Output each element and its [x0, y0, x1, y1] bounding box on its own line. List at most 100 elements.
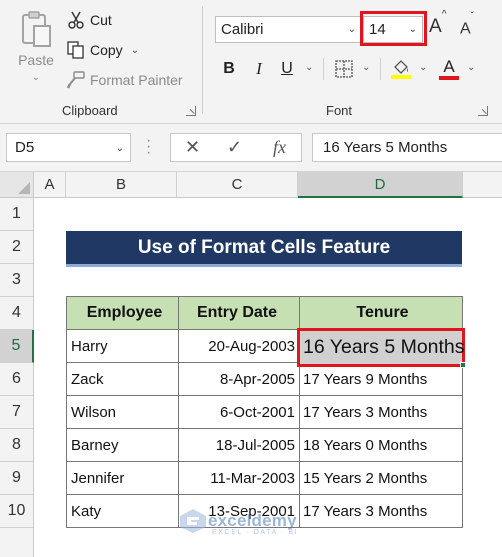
- row-header-9[interactable]: 9: [0, 462, 34, 495]
- name-box-value: D5: [15, 139, 35, 156]
- employee-cell[interactable]: Jennifer: [66, 461, 179, 495]
- employee-cell[interactable]: Harry: [66, 329, 179, 363]
- watermark-logo: exceldemy EXCEL · DATA · BI: [178, 508, 299, 536]
- font-size-highlight: [360, 11, 427, 46]
- paste-dropdown-icon[interactable]: ⌄: [14, 72, 58, 83]
- underline-dropdown-icon[interactable]: ⌄: [305, 62, 313, 73]
- row-header-7[interactable]: 7: [0, 396, 34, 429]
- row-header-8[interactable]: 8: [0, 429, 34, 462]
- name-box[interactable]: D5 ⌄: [6, 133, 131, 162]
- select-all-button[interactable]: [0, 172, 34, 198]
- paste-label: Paste: [18, 52, 54, 68]
- column-header-b[interactable]: B: [66, 172, 177, 198]
- row-header-5[interactable]: 5: [0, 330, 34, 363]
- underline-button[interactable]: U: [277, 57, 297, 81]
- row-header-4[interactable]: 4: [0, 297, 34, 330]
- entry-date-cell[interactable]: 8-Apr-2005: [178, 362, 300, 396]
- font-color-dropdown-icon[interactable]: ⌄: [467, 62, 475, 73]
- entry-date-cell[interactable]: 20-Aug-2003: [178, 329, 300, 363]
- formula-bar-grip-icon[interactable]: · · ·: [146, 133, 151, 161]
- fill-color-button[interactable]: [389, 57, 413, 81]
- clipboard-group-label: Clipboard: [62, 103, 118, 118]
- paste-icon: [22, 11, 51, 47]
- cut-button[interactable]: Cut: [66, 9, 112, 31]
- font-name-select[interactable]: Calibri ⌄: [215, 16, 362, 43]
- cut-label: Cut: [90, 12, 112, 28]
- fill-color-dropdown-icon[interactable]: ⌄: [419, 62, 427, 73]
- copy-label: Copy: [90, 42, 123, 58]
- font-color-letter: A: [443, 56, 455, 76]
- table-row: Zack 8-Apr-2005 17 Years 9 Months: [66, 362, 463, 396]
- tenure-cell[interactable]: 18 Years 0 Months: [299, 428, 463, 462]
- name-box-dropdown-icon[interactable]: ⌄: [116, 143, 124, 154]
- column-header-c[interactable]: C: [177, 172, 298, 198]
- entry-date-cell[interactable]: 11-Mar-2003: [178, 461, 300, 495]
- paintbrush-icon: [66, 71, 85, 89]
- font-color-swatch: [439, 75, 459, 80]
- font-group-label: Font: [326, 103, 353, 118]
- entry-date-cell[interactable]: 6-Oct-2001: [178, 395, 300, 429]
- decrease-font-size-button[interactable]: Aˇ: [460, 11, 474, 38]
- watermark-tagline: EXCEL · DATA · BI: [212, 529, 299, 536]
- fill-handle[interactable]: [460, 362, 466, 368]
- bold-button[interactable]: B: [219, 57, 239, 81]
- font-divider: [380, 58, 381, 80]
- row-header-11[interactable]: [0, 528, 34, 557]
- worksheet-grid: A B C D 1 2 3 4 5 6 7 8 9 10 Use of Form…: [0, 172, 502, 557]
- borders-icon: [335, 60, 353, 78]
- formula-input[interactable]: 16 Years 5 Months: [312, 133, 502, 162]
- selected-cell-value: 16 Years 5 Months: [303, 336, 465, 358]
- tenure-cell[interactable]: 15 Years 2 Months: [299, 461, 463, 495]
- employee-cell[interactable]: Barney: [66, 428, 179, 462]
- increase-font-size-button[interactable]: A^: [429, 9, 446, 38]
- font-group: Calibri ⌄ 14 ⌄ A^ Aˇ B I U ⌄ ⌄ ⌄ A ⌄ Fon…: [205, 0, 502, 124]
- clipboard-launcher-icon[interactable]: [186, 106, 196, 116]
- row-header-3[interactable]: 3: [0, 264, 34, 297]
- sheet-title[interactable]: Use of Format Cells Feature: [66, 231, 462, 264]
- format-painter-button[interactable]: Format Painter: [66, 69, 183, 91]
- font-color-button[interactable]: A: [437, 57, 461, 81]
- table-row: Wilson 6-Oct-2001 17 Years 3 Months: [66, 395, 463, 429]
- enter-checkmark-icon[interactable]: ✓: [227, 137, 242, 158]
- column-header-a[interactable]: A: [34, 172, 66, 198]
- font-launcher-icon[interactable]: [478, 106, 488, 116]
- copy-button[interactable]: Copy ⌄: [66, 39, 139, 61]
- table-header-row: Employee Entry Date Tenure: [66, 296, 463, 330]
- borders-dropdown-icon[interactable]: ⌄: [362, 62, 370, 73]
- paint-bucket-icon: [394, 60, 408, 74]
- ribbon-divider: [202, 6, 203, 114]
- header-cell[interactable]: Tenure: [299, 296, 463, 330]
- tenure-cell[interactable]: 17 Years 3 Months: [299, 395, 463, 429]
- column-header-d[interactable]: D: [298, 172, 463, 198]
- formula-bar: D5 ⌄ · · · ✕ ✓ fx 16 Years 5 Months: [0, 124, 502, 172]
- borders-button[interactable]: [333, 57, 355, 81]
- entry-date-cell[interactable]: 18-Jul-2005: [178, 428, 300, 462]
- table-row: Jennifer 11-Mar-2003 15 Years 2 Months: [66, 461, 463, 495]
- row-header-6[interactable]: 6: [0, 363, 34, 396]
- insert-function-button[interactable]: fx: [273, 137, 286, 158]
- exceldemy-logo-icon: [180, 509, 206, 533]
- header-cell[interactable]: Employee: [66, 296, 179, 330]
- ribbon: Paste ⌄ Cut Copy ⌄ Format Painter Clipbo…: [0, 0, 502, 124]
- copy-dropdown-icon[interactable]: ⌄: [131, 45, 139, 56]
- header-cell[interactable]: Entry Date: [178, 296, 300, 330]
- formula-buttons: ✕ ✓ fx: [170, 133, 302, 162]
- selected-cell-d5[interactable]: 16 Years 5 Months: [297, 328, 466, 368]
- tenure-cell[interactable]: 17 Years 3 Months: [299, 494, 463, 528]
- row-header-10[interactable]: 10: [0, 495, 34, 528]
- format-painter-label: Format Painter: [90, 72, 183, 88]
- fill-color-swatch: [391, 75, 411, 79]
- italic-button[interactable]: I: [249, 57, 269, 81]
- table-row: Barney 18-Jul-2005 18 Years 0 Months: [66, 428, 463, 462]
- scissors-icon: [68, 11, 84, 29]
- paste-button[interactable]: Paste ⌄: [14, 8, 58, 96]
- tenure-cell[interactable]: 17 Years 9 Months: [299, 362, 463, 396]
- row-header-1[interactable]: 1: [0, 198, 34, 231]
- employee-cell[interactable]: Katy: [66, 494, 179, 528]
- employee-cell[interactable]: Wilson: [66, 395, 179, 429]
- cancel-icon[interactable]: ✕: [185, 137, 200, 158]
- font-name-dropdown-icon[interactable]: ⌄: [348, 24, 356, 35]
- employee-cell[interactable]: Zack: [66, 362, 179, 396]
- column-header-e[interactable]: [463, 172, 502, 198]
- row-header-2[interactable]: 2: [0, 231, 34, 264]
